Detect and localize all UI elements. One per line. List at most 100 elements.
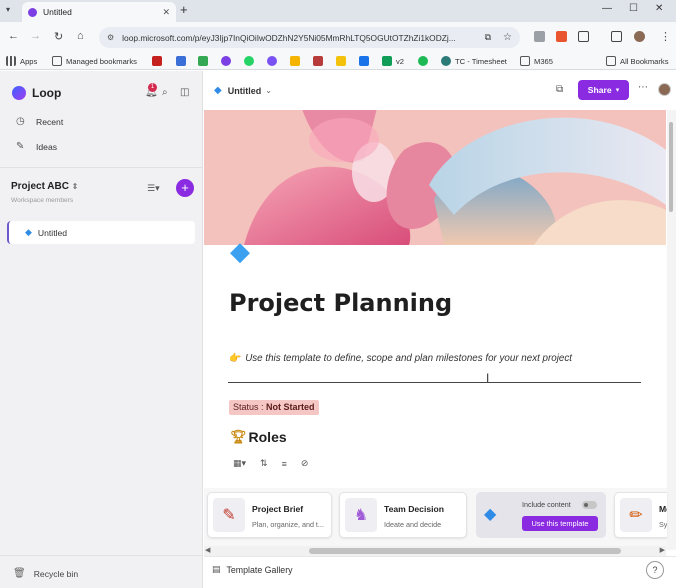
- intro-text[interactable]: 👉 Use this template to define, scope and …: [229, 353, 572, 364]
- reload-icon[interactable]: ↻: [54, 30, 63, 43]
- loop-sidebar: Loop 🔔︎ 1 ⌕ ◫ ◷ Recent ✎ Ideas Project A…: [0, 71, 203, 588]
- template-card-project-planning[interactable]: ◆ Include content Use this template: [476, 492, 606, 538]
- table-view-icon[interactable]: ▦▾: [233, 458, 246, 469]
- bookmark-timesheet[interactable]: TC - Timesheet: [441, 56, 507, 66]
- sidebar-page-untitled[interactable]: ◆ Untitled: [7, 221, 195, 244]
- loop-brand[interactable]: Loop: [12, 86, 61, 100]
- doc-title-button[interactable]: ◆ Untitled ⌄: [214, 85, 272, 96]
- unicorn-icon: ♞: [345, 498, 377, 532]
- page-gem-icon[interactable]: ◆: [230, 236, 250, 267]
- filter-icon[interactable]: ≡: [282, 459, 287, 469]
- maximize-icon[interactable]: ☐: [629, 3, 638, 14]
- bookmark-apps[interactable]: Apps: [6, 56, 37, 66]
- user-avatar[interactable]: [658, 83, 671, 96]
- install-app-icon[interactable]: ⧉: [485, 32, 491, 43]
- sidebar-item-label: Recent: [36, 116, 64, 127]
- hide-fields-icon[interactable]: ⊘: [301, 458, 309, 469]
- search-icon[interactable]: ⌕: [162, 87, 168, 98]
- sheets-icon[interactable]: [198, 56, 208, 66]
- include-content-toggle[interactable]: [582, 501, 597, 509]
- add-page-button[interactable]: +: [176, 179, 194, 197]
- close-tab-icon[interactable]: ✕: [162, 7, 170, 18]
- back-icon[interactable]: ←: [8, 30, 19, 42]
- folder-icon: [520, 56, 530, 66]
- tab-search-icon[interactable]: ▾: [6, 5, 10, 14]
- help-button[interactable]: ?: [646, 561, 664, 579]
- scrollbar-thumb[interactable]: [669, 122, 673, 212]
- template-card-meeting[interactable]: ✏ Mee Sync: [614, 492, 667, 538]
- spotify-icon[interactable]: [418, 56, 428, 66]
- page-title[interactable]: Project Planning: [229, 289, 452, 317]
- app-name: Loop: [32, 86, 62, 100]
- bookmark-managed[interactable]: Managed bookmarks: [52, 56, 137, 66]
- workspace-switch-icon[interactable]: ⇕: [72, 182, 79, 191]
- drive-icon[interactable]: [359, 56, 369, 66]
- template-gallery-button[interactable]: ▤ Template Gallery: [212, 564, 293, 575]
- collapse-sidebar-icon[interactable]: ◫: [180, 87, 189, 98]
- bookmark-all[interactable]: All Bookmarks: [606, 56, 669, 66]
- roles-heading[interactable]: 🏆︎ Roles: [230, 429, 287, 445]
- sort-icon[interactable]: ⇅: [260, 458, 268, 469]
- gem-icon: ◆: [484, 506, 497, 523]
- template-card-team-decision[interactable]: ♞ Team Decision Ideate and decide: [339, 492, 467, 538]
- extensions-puzzle-icon[interactable]: [578, 31, 589, 42]
- sidebar-item-recent[interactable]: ◷ Recent: [16, 116, 63, 127]
- minimize-icon[interactable]: —: [602, 3, 612, 14]
- extension-icon[interactable]: [534, 31, 545, 42]
- template-card-project-brief[interactable]: ✎ Project Brief Plan, organize, and t...: [207, 492, 332, 538]
- text-cursor-icon: I: [486, 371, 490, 385]
- template-horizontal-scrollbar[interactable]: ◀ ▶: [204, 546, 666, 556]
- browser-menu-icon[interactable]: ⋮: [660, 30, 671, 43]
- forward-icon[interactable]: →: [30, 30, 41, 42]
- calendar-icon[interactable]: [176, 56, 186, 66]
- bookmark-star-icon[interactable]: ☆: [503, 32, 512, 43]
- bookmark-v2[interactable]: v2: [382, 56, 404, 66]
- cover-image[interactable]: [204, 110, 666, 245]
- more-options-icon[interactable]: ⋯: [638, 82, 648, 93]
- recycle-bin-button[interactable]: 🗑︎ Recycle bin: [13, 568, 78, 579]
- profile-avatar[interactable]: [634, 31, 645, 42]
- loop-icon[interactable]: [221, 56, 231, 66]
- use-template-button[interactable]: Use this template: [522, 516, 598, 531]
- template-desc: Sync: [659, 520, 667, 529]
- abstract-cover-art: [204, 110, 666, 245]
- status-badge[interactable]: Status : Not Started: [229, 400, 319, 415]
- browser-tab-strip: ▾ Untitled ✕ + — ☐ ✕: [0, 0, 676, 22]
- clock-icon: ◷: [16, 116, 25, 127]
- new-tab-icon[interactable]: +: [180, 2, 188, 17]
- scroll-right-icon[interactable]: ▶: [660, 546, 665, 554]
- sort-options-icon[interactable]: ☰▾: [147, 183, 160, 194]
- template-desc: Ideate and decide: [384, 520, 442, 529]
- site-info-icon[interactable]: ⚙: [107, 33, 114, 42]
- scroll-left-icon[interactable]: ◀: [205, 546, 210, 554]
- template-name: Project Brief: [252, 504, 304, 514]
- scrollbar-thumb[interactable]: [309, 548, 621, 554]
- sidebar-item-label: Ideas: [36, 141, 58, 152]
- folder-icon: [52, 56, 62, 66]
- bookmark-m365[interactable]: M365: [520, 56, 553, 66]
- bookmark-red-icon[interactable]: [313, 56, 323, 66]
- browser-tab[interactable]: Untitled ✕: [22, 2, 176, 22]
- page-vertical-scrollbar[interactable]: [667, 110, 676, 550]
- home-icon[interactable]: ⌂: [77, 30, 84, 42]
- gmail-icon[interactable]: [152, 56, 162, 66]
- keep-icon[interactable]: [290, 56, 300, 66]
- bookmark-yellow-icon[interactable]: [336, 56, 346, 66]
- address-bar-row: ← → ↻ ⌂ ⚙ loop.microsoft.com/p/eyJ3Ijp7I…: [0, 22, 676, 53]
- messenger-icon[interactable]: [267, 56, 277, 66]
- side-panel-icon[interactable]: [611, 31, 622, 42]
- chevron-down-icon: ▾: [615, 87, 620, 94]
- copy-link-icon[interactable]: ⧉: [556, 84, 563, 95]
- workspace-name[interactable]: Project ABC ⇕: [11, 181, 78, 192]
- gallery-icon: ▤: [212, 564, 221, 574]
- share-button[interactable]: Share ▾: [578, 80, 629, 100]
- url-field[interactable]: ⚙ loop.microsoft.com/p/eyJ3Ijp7InQiOiIwO…: [99, 27, 520, 48]
- extension-icon[interactable]: [556, 31, 567, 42]
- clipboard-icon: ✎: [213, 498, 245, 532]
- close-window-icon[interactable]: ✕: [655, 3, 663, 14]
- workspace-members-label: Workspace members: [11, 197, 74, 204]
- sidebar-item-ideas[interactable]: ✎ Ideas: [16, 141, 57, 152]
- bookmark-v2-icon: [382, 56, 392, 66]
- pencil-icon: ✏: [620, 498, 652, 532]
- whatsapp-icon[interactable]: [244, 56, 254, 66]
